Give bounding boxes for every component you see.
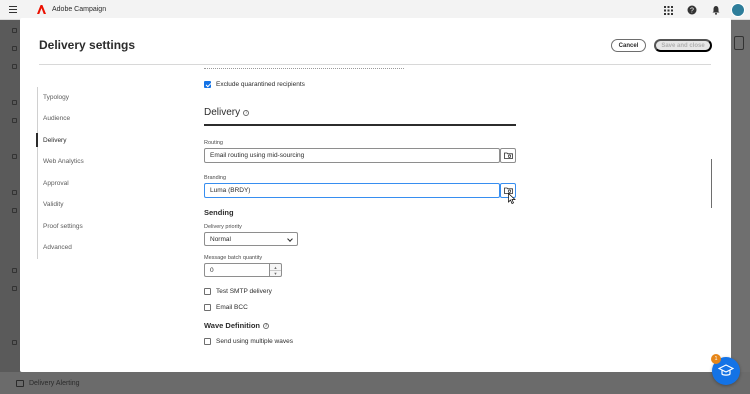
user-avatar[interactable] [731, 3, 745, 17]
dialog-title: Delivery settings [39, 38, 136, 52]
nav-item-validity[interactable]: Validity [43, 201, 63, 208]
alert-icon [16, 379, 24, 387]
settings-content: Exclude quarantined recipients Delivery … [204, 65, 534, 372]
adobe-logo-icon [37, 5, 46, 14]
nav-item-audience[interactable]: Audience [43, 115, 70, 122]
cancel-button[interactable]: Cancel [611, 39, 646, 52]
nav-item-advanced[interactable]: Advanced [43, 244, 72, 251]
delivery-priority-label: Delivery priority [204, 224, 242, 230]
stepper-down-icon[interactable]: ▼ [270, 270, 281, 276]
nav-item-proof-settings[interactable]: Proof settings [43, 223, 83, 230]
delivery-help-icon[interactable]: ? [243, 109, 250, 116]
help-badge-count: 1 [711, 354, 721, 364]
routing-label: Routing [204, 140, 223, 146]
save-and-close-button[interactable]: Save and close [654, 39, 712, 52]
branding-field[interactable]: Luma (BRDY) [204, 183, 500, 198]
exclude-quarantined-checkbox[interactable] [204, 81, 211, 88]
batch-quantity-input[interactable]: 0 [204, 263, 270, 277]
nav-item-approval[interactable]: Approval [43, 180, 69, 187]
email-bcc-label: Email BCC [216, 304, 248, 311]
email-bcc-checkbox[interactable] [204, 304, 211, 311]
help-icon[interactable]: ? [686, 4, 698, 16]
apps-grid-icon[interactable] [662, 4, 674, 16]
nav-item-delivery[interactable]: Delivery [43, 137, 66, 144]
clipped-text [204, 68, 404, 70]
app-header: Adobe Campaign ? [0, 0, 750, 20]
routing-picker-button[interactable] [500, 148, 516, 163]
nav-item-web-analytics[interactable]: Web Analytics [43, 158, 84, 165]
batch-quantity-stepper[interactable]: ▲ ▼ [270, 263, 282, 277]
folder-search-icon [503, 152, 513, 159]
graduation-cap-icon [718, 364, 734, 376]
chevron-down-icon [287, 236, 293, 242]
nav-rail [37, 87, 38, 259]
delivery-priority-value: Normal [210, 236, 231, 243]
delivery-section-title: Delivery ? [204, 107, 250, 118]
wave-help-icon[interactable]: ? [262, 322, 269, 329]
background-nav-label: Delivery Alerting [29, 379, 80, 387]
test-smtp-label: Test SMTP delivery [216, 288, 272, 295]
branding-label: Branding [204, 175, 227, 181]
svg-text:?: ? [690, 8, 694, 15]
routing-field[interactable]: Email routing using mid-sourcing [204, 148, 500, 163]
delivery-priority-select[interactable]: Normal [204, 232, 298, 246]
delivery-settings-dialog: Delivery settings Cancel Save and close … [20, 18, 731, 372]
hamburger-menu-icon[interactable] [9, 4, 21, 16]
wave-definition-title: Wave Definition ? [204, 321, 269, 330]
nav-active-indicator [36, 133, 38, 147]
mouse-cursor-icon [508, 193, 516, 204]
exclude-quarantined-label: Exclude quarantined recipients [216, 81, 305, 88]
nav-item-typology[interactable]: Typology [43, 94, 69, 101]
multiple-waves-label: Send using multiple waves [216, 338, 293, 345]
notification-bell-icon[interactable] [710, 4, 722, 16]
wave-definition-heading: Wave Definition [204, 321, 260, 330]
sending-title: Sending [204, 208, 234, 217]
background-sidebar [0, 20, 20, 394]
multiple-waves-checkbox[interactable] [204, 338, 211, 345]
app-name: Adobe Campaign [52, 6, 107, 13]
background-bottom-bar: Delivery Alerting [0, 372, 750, 394]
scrollbar-thumb[interactable] [711, 159, 712, 208]
background-nav-item: Delivery Alerting [16, 379, 80, 387]
background-right-edge [731, 20, 750, 372]
section-underline [204, 124, 516, 126]
delivery-section-heading: Delivery [204, 107, 241, 118]
test-smtp-checkbox[interactable] [204, 288, 211, 295]
batch-quantity-label: Message batch quantity [204, 255, 263, 261]
